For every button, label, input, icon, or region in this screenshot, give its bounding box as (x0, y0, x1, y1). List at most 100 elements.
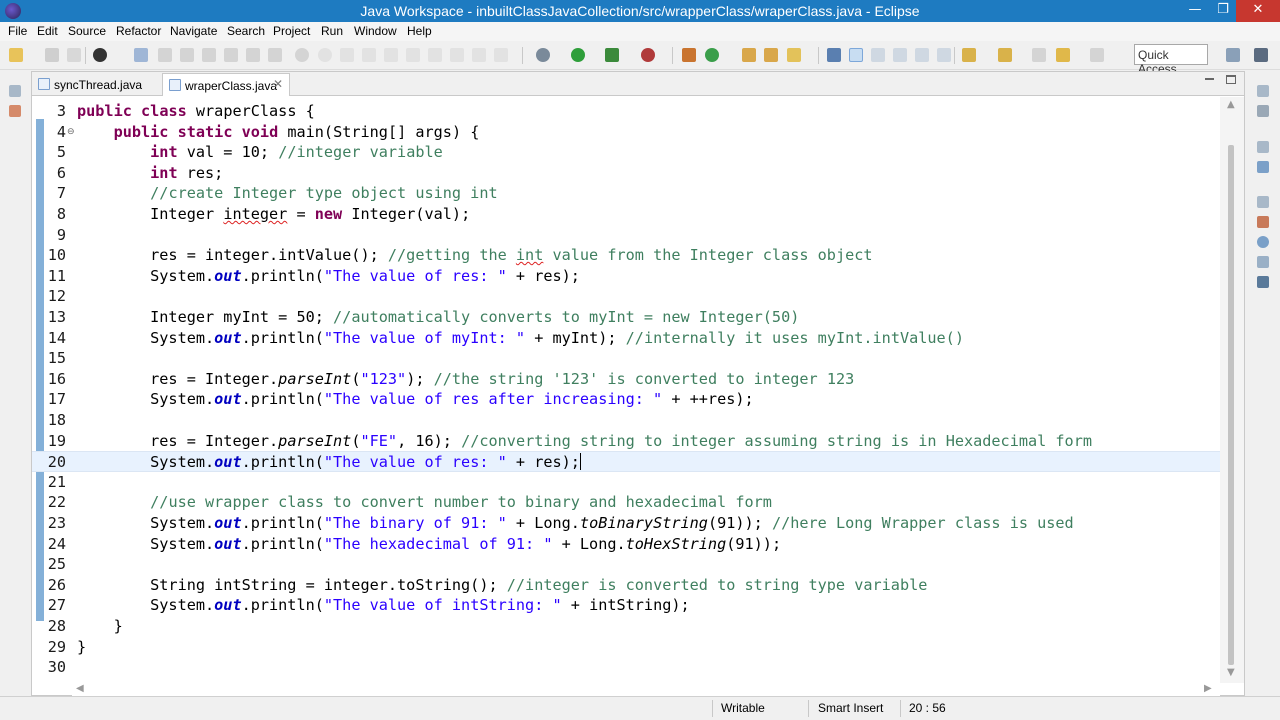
restore-window-button[interactable]: ❐ (1208, 0, 1238, 22)
package-explorer-icon[interactable] (9, 105, 21, 117)
open-task-icon[interactable] (764, 48, 778, 62)
debug-tool-icon[interactable] (362, 48, 376, 62)
code-line[interactable]: 27 System.out.println("The value of intS… (32, 595, 1220, 616)
menu-project[interactable]: Project (273, 24, 310, 38)
vertical-scroll-thumb[interactable] (1228, 145, 1234, 665)
horizontal-scrollbar[interactable]: ◀ ▶ (72, 682, 1220, 696)
quick-access-input[interactable]: Quick Access (1134, 44, 1208, 76)
code-line[interactable]: 24 System.out.println("The hexadecimal o… (32, 534, 1220, 555)
new-java-class-icon[interactable] (705, 48, 719, 62)
tab-syncthread[interactable]: syncThread.java (32, 73, 158, 96)
menu-navigate[interactable]: Navigate (170, 24, 217, 38)
code-text[interactable]: System.out.println("The value of myInt: … (77, 328, 964, 349)
code-line[interactable]: 23 System.out.println("The binary of 91:… (32, 513, 1220, 534)
code-text[interactable]: int res; (77, 163, 223, 184)
restore-view-icon[interactable] (9, 85, 21, 97)
code-text[interactable]: System.out.println("The hexadecimal of 9… (77, 534, 781, 555)
code-line[interactable]: 7 //create Integer type object using int (32, 183, 1220, 204)
search-icon[interactable] (787, 48, 801, 62)
show-whitespace-icon[interactable] (893, 48, 907, 62)
code-line[interactable]: 26 String intString = integer.toString()… (32, 575, 1220, 596)
menu-run[interactable]: Run (321, 24, 343, 38)
minimize-window-button[interactable]: — (1180, 0, 1210, 22)
menu-help[interactable]: Help (407, 24, 432, 38)
code-text[interactable]: //use wrapper class to convert number to… (77, 492, 772, 513)
fold-collapse-icon[interactable]: ⊖ (67, 122, 75, 143)
code-line[interactable]: 19 res = Integer.parseInt("FE", 16); //c… (32, 431, 1220, 452)
step-return-icon[interactable] (295, 48, 309, 62)
code-line[interactable]: 20 System.out.println("The value of res:… (32, 451, 1220, 472)
task-list-icon[interactable] (1257, 105, 1269, 117)
code-line[interactable]: 10 res = integer.intValue(); //getting t… (32, 245, 1220, 266)
code-text[interactable]: Integer integer = new Integer(val); (77, 204, 470, 225)
save-icon[interactable] (45, 48, 59, 62)
code-text[interactable]: res = integer.intValue(); //getting the … (77, 245, 872, 266)
vertical-scrollbar[interactable]: ▲ ▼ (1220, 97, 1244, 683)
previous-annotation-icon[interactable] (998, 48, 1012, 62)
skip-breakpoints-icon[interactable] (134, 48, 148, 62)
forward-icon[interactable] (1090, 48, 1104, 62)
code-editor[interactable]: I 3public class wraperClass {4⊖ public s… (32, 97, 1220, 683)
use-step-filters-icon[interactable] (340, 48, 354, 62)
code-text[interactable]: System.out.println("The value of res aft… (77, 389, 754, 410)
debug-tool-2-icon[interactable] (384, 48, 398, 62)
code-line[interactable]: 8 Integer integer = new Integer(val); (32, 204, 1220, 225)
code-text[interactable]: String intString = integer.toString(); /… (77, 575, 927, 596)
code-text[interactable]: //create Integer type object using int (77, 183, 497, 204)
debug-tool-4-icon[interactable] (428, 48, 442, 62)
code-line[interactable]: 11 System.out.println("The value of res:… (32, 266, 1220, 287)
save-all-icon[interactable] (67, 48, 81, 62)
toggle-mark-occurrences-icon[interactable] (827, 48, 841, 62)
code-text[interactable]: int val = 10; //integer variable (77, 142, 443, 163)
coverage-icon[interactable] (605, 48, 619, 62)
suspend-icon[interactable] (180, 48, 194, 62)
tab-wraperclass[interactable]: wraperClass.java ✕ (162, 73, 290, 96)
external-tools-icon[interactable] (641, 48, 655, 62)
code-line[interactable]: 6 int res; (32, 163, 1220, 184)
code-line[interactable]: 12 (32, 286, 1220, 307)
maximize-editor-button[interactable] (1226, 75, 1236, 84)
code-line[interactable]: 9 (32, 225, 1220, 246)
restore-view-icon[interactable] (1257, 85, 1269, 97)
code-line[interactable]: 5 int val = 10; //integer variable (32, 142, 1220, 163)
code-line[interactable]: 21 (32, 472, 1220, 493)
debug-tool-5-icon[interactable] (450, 48, 464, 62)
step-into-icon[interactable] (246, 48, 260, 62)
terminate-icon[interactable] (202, 48, 216, 62)
debug-tool-7-icon[interactable] (494, 48, 508, 62)
scroll-left-icon[interactable]: ◀ (76, 683, 84, 694)
restore-view-icon[interactable] (1257, 141, 1269, 153)
open-perspective-icon[interactable] (1226, 48, 1240, 62)
console-icon[interactable] (1257, 276, 1269, 288)
javadoc-icon[interactable] (1257, 236, 1269, 248)
code-text[interactable]: } (77, 637, 86, 658)
code-line[interactable]: 3 public class wraperClass { (32, 101, 1220, 122)
code-line[interactable]: 16 res = Integer.parseInt("123"); //the … (32, 369, 1220, 390)
last-edit-location-icon[interactable] (1032, 48, 1046, 62)
code-text[interactable]: System.out.println("The binary of 91: " … (77, 513, 1074, 534)
disconnect-icon[interactable] (224, 48, 238, 62)
close-tab-icon[interactable]: ✕ (273, 77, 283, 91)
drop-to-frame-icon[interactable] (318, 48, 332, 62)
code-line[interactable]: 18 (32, 410, 1220, 431)
scroll-right-icon[interactable]: ▶ (1204, 683, 1212, 694)
menu-refactor[interactable]: Refactor (116, 24, 161, 38)
declaration-icon[interactable] (1257, 256, 1269, 268)
menu-window[interactable]: Window (354, 24, 397, 38)
code-text[interactable]: public static void main(String[] args) { (77, 122, 480, 143)
code-text[interactable]: res = Integer.parseInt("123"); //the str… (77, 369, 854, 390)
problems-icon[interactable] (1257, 216, 1269, 228)
code-line[interactable]: 15 (32, 348, 1220, 369)
menu-edit[interactable]: Edit (37, 24, 58, 38)
restore-view-icon[interactable] (1257, 196, 1269, 208)
close-window-button[interactable]: ✕ (1236, 0, 1280, 22)
step-over-icon[interactable] (268, 48, 282, 62)
run-icon[interactable] (571, 48, 585, 62)
code-line[interactable]: 29} (32, 637, 1220, 658)
block-selection-icon[interactable] (871, 48, 885, 62)
minimize-editor-button[interactable] (1205, 78, 1214, 80)
debug-tool-6-icon[interactable] (472, 48, 486, 62)
open-type-icon[interactable] (742, 48, 756, 62)
code-line[interactable]: 4 ⊖ public static void main(String[] args… (32, 122, 1220, 143)
java-perspective-icon[interactable] (1254, 48, 1268, 62)
